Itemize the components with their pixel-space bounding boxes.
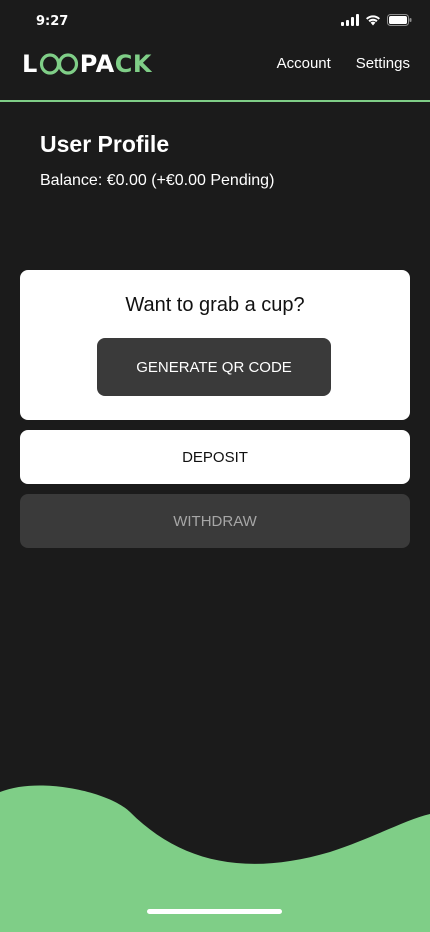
status-icons (341, 14, 412, 26)
logo-middle: PA (79, 50, 115, 78)
logo-suffix: CK (114, 50, 152, 78)
cellular-signal-icon (341, 14, 359, 26)
loopack-logo[interactable]: L PA CK (22, 50, 152, 78)
battery-icon (387, 14, 412, 26)
home-indicator (147, 909, 282, 914)
balance-text: Balance: €0.00 (+€0.00 Pending) (40, 172, 275, 189)
nav-settings-link[interactable]: Settings (356, 55, 410, 72)
generate-qr-code-button[interactable]: GENERATE QR CODE (97, 338, 331, 396)
page-title: User Profile (40, 131, 170, 157)
status-time: 9:27 (36, 14, 69, 29)
nav-account-link[interactable]: Account (277, 55, 331, 72)
deposit-button[interactable]: DEPOSIT (20, 430, 410, 484)
logo-prefix: L (22, 50, 38, 78)
qr-card: Want to grab a cup? GENERATE QR CODE (20, 270, 410, 420)
logo-wordmark: L PA CK (22, 50, 152, 78)
qr-card-heading: Want to grab a cup? (125, 294, 305, 316)
app-header: L PA CK Account Settings (0, 44, 430, 102)
withdraw-button[interactable]: WITHDRAW (20, 494, 410, 548)
header-nav: Account Settings (277, 55, 410, 72)
wifi-icon (366, 15, 380, 26)
logo-infinity-icon (39, 53, 78, 75)
status-bar: 9:27 (0, 0, 430, 44)
